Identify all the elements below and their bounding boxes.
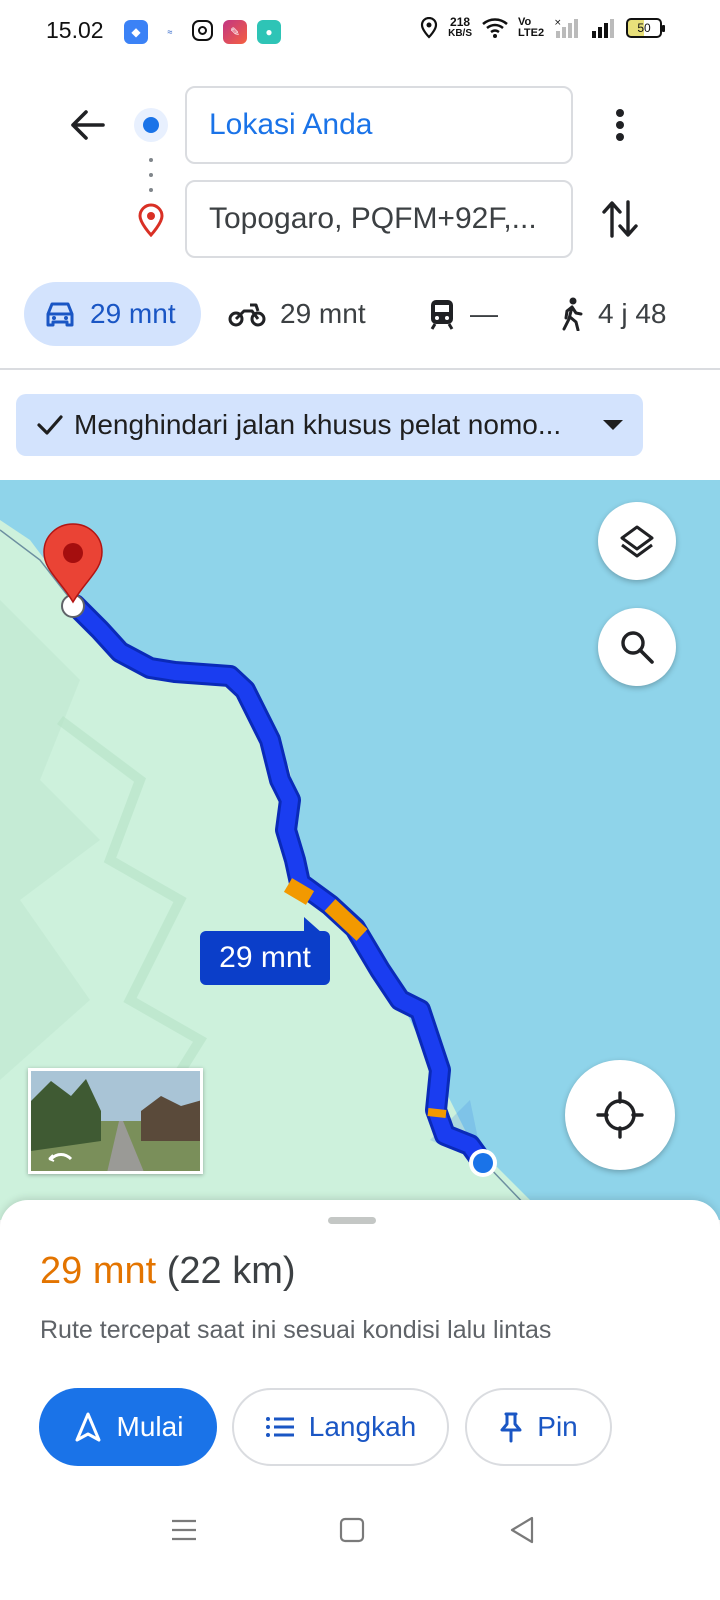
instagram-icon [192, 20, 213, 41]
map-view[interactable]: 29 mnt [0, 480, 720, 1220]
pin-icon [500, 1412, 522, 1443]
street-view-image [31, 1071, 200, 1171]
speed-unit: KB/S [448, 28, 472, 39]
tab-motorcycle[interactable]: 29 mnt [228, 282, 366, 346]
route-duration: 29 mnt [40, 1250, 157, 1292]
app-notification-icon: ≈ [158, 20, 182, 44]
app-notification-icon: ✎ [223, 20, 247, 44]
traffic-segment [427, 1108, 447, 1118]
home-button[interactable] [332, 1510, 372, 1550]
menu-icon [172, 1519, 196, 1541]
network-speed: 218 KB/S [448, 16, 472, 40]
destination-pin-icon [138, 203, 164, 237]
back-nav-button[interactable] [502, 1510, 542, 1550]
recent-apps-button[interactable] [164, 1510, 204, 1550]
my-location-button[interactable] [565, 1060, 675, 1170]
tab-walk[interactable]: 4 j 48 [558, 282, 667, 346]
status-time: 15.02 [46, 17, 104, 43]
system-navigation-bar [0, 1490, 720, 1600]
home-square-icon [339, 1517, 365, 1543]
car-icon [46, 302, 74, 327]
search-icon [621, 631, 654, 664]
header-divider [0, 368, 720, 370]
app-notification-icon: ◆ [124, 20, 148, 44]
notification-icons: ◆ ≈ ✎ ● [124, 20, 281, 44]
street-view-thumbnail[interactable] [28, 1068, 203, 1174]
tab-walk-label: 4 j 48 [598, 298, 667, 329]
route-options-chip[interactable]: Menghindari jalan khusus pelat nomo... [16, 394, 643, 456]
chat-app-icon: ● [257, 20, 281, 44]
pin-button[interactable]: Pin [465, 1388, 612, 1466]
route-time-callout[interactable]: 29 mnt [200, 917, 330, 985]
origin-dot-icon [134, 108, 168, 142]
tab-transit-label: — [470, 298, 498, 329]
navigation-arrow-icon [75, 1412, 101, 1442]
back-button[interactable] [62, 100, 112, 150]
sheet-drag-handle[interactable] [328, 1217, 376, 1224]
start-navigation-button[interactable]: Mulai [39, 1388, 217, 1466]
layers-icon [620, 525, 654, 558]
motorcycle-icon [228, 303, 266, 327]
battery-icon: 50 [626, 18, 665, 38]
svg-text:×: × [554, 18, 562, 28]
search-along-route-button[interactable] [598, 608, 676, 686]
steps-label: Langkah [308, 1411, 417, 1442]
my-location-icon [596, 1091, 644, 1139]
back-triangle-icon [510, 1516, 534, 1544]
speed-value: 218 [450, 15, 471, 29]
route-dots-connector [149, 158, 153, 192]
swap-vert-icon [602, 200, 638, 238]
route-distance: (22 km) [166, 1250, 296, 1292]
transit-icon [430, 300, 454, 330]
wifi-icon [482, 18, 508, 38]
more-vert-icon [616, 109, 624, 141]
steps-button[interactable]: Langkah [232, 1388, 449, 1466]
signal-sim2-icon [592, 19, 614, 38]
check-icon [37, 415, 63, 435]
layers-button[interactable] [598, 502, 676, 580]
tab-motorcycle-label: 29 mnt [280, 298, 366, 329]
swap-route-button[interactable] [598, 194, 642, 244]
volte-icon: Vo LTE2 [518, 16, 545, 39]
status-bar: 15.02 ◆ ≈ ✎ ● 218 KB/S Vo LTE2 × 50 [0, 0, 720, 64]
dropdown-arrow-icon [603, 420, 623, 430]
status-right: 218 KB/S Vo LTE2 × 50 [420, 16, 665, 40]
route-description: Rute tercepat saat ini sesuai kondisi la… [40, 1316, 552, 1344]
more-options-button[interactable] [598, 100, 642, 150]
tab-drive[interactable]: 29 mnt [24, 282, 201, 346]
arrow-back-icon [71, 110, 105, 140]
travel-mode-tabs: 29 mnt 29 mnt — 4 j 48 [0, 282, 720, 346]
route-summary: 29 mnt (22 km) [40, 1250, 296, 1293]
destination-input[interactable]: Topogaro, PQFM+92F,... [185, 180, 573, 258]
traffic-segment [283, 878, 315, 905]
list-icon [265, 1417, 294, 1437]
start-label: Mulai [116, 1411, 184, 1442]
tab-drive-label: 29 mnt [90, 298, 176, 329]
pin-label: Pin [537, 1411, 578, 1442]
origin-input[interactable]: Lokasi Anda [185, 86, 573, 164]
route-options-label: Menghindari jalan khusus pelat nomo... [74, 409, 562, 440]
walk-icon [562, 297, 583, 331]
location-icon [420, 17, 438, 39]
tab-transit[interactable]: — [428, 282, 498, 346]
signal-sim1-icon: × [554, 18, 578, 38]
